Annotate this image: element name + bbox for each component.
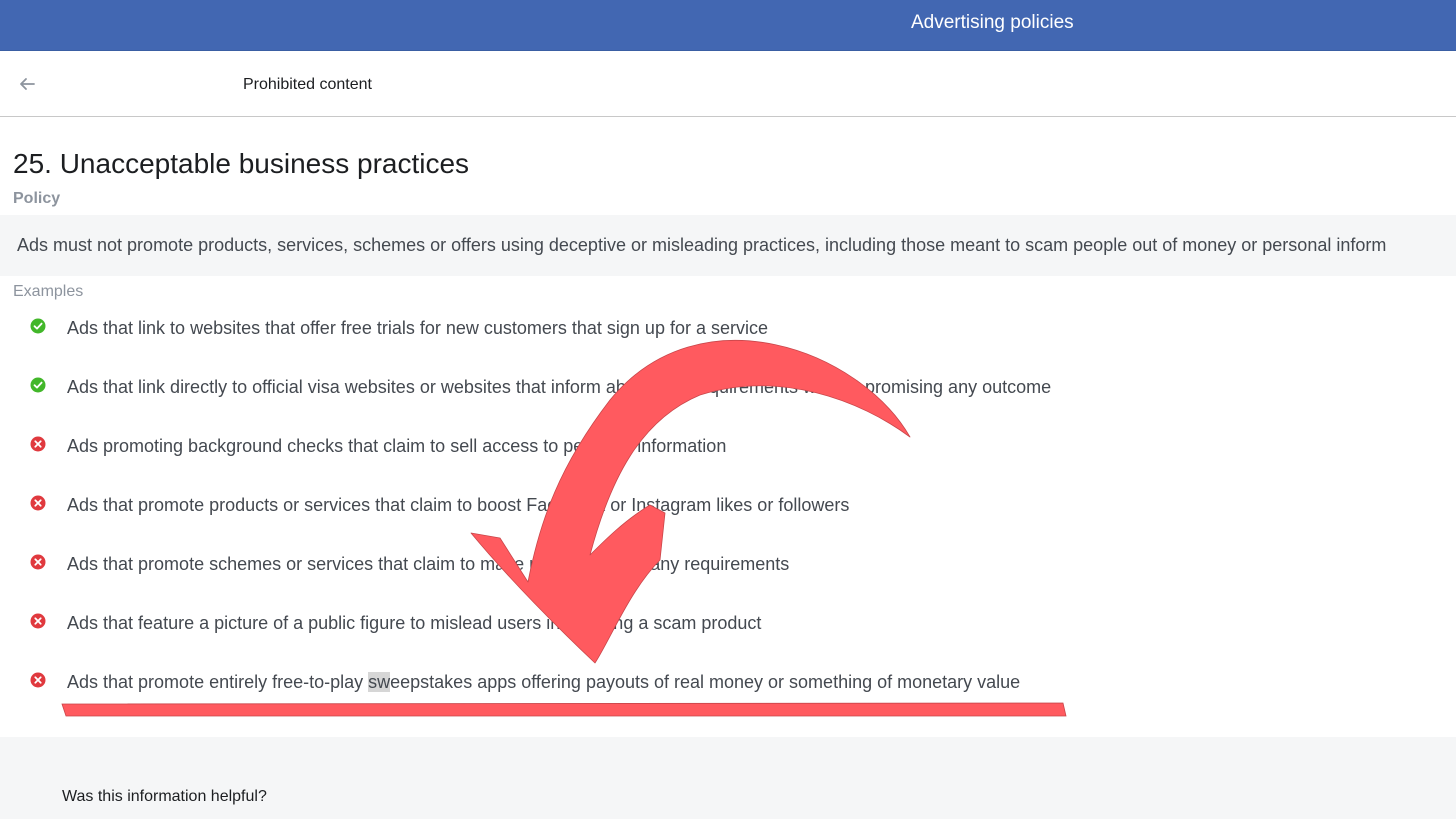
example-text: Ads that promote products or services th… bbox=[67, 495, 850, 515]
top-bar: Advertising policies bbox=[0, 0, 1456, 51]
example-text: Ads that promote entirely free-to-play s… bbox=[67, 672, 1020, 693]
feedback-question: Was this information helpful? bbox=[62, 788, 267, 805]
example-text: Ads that link to websites that offer fre… bbox=[67, 318, 768, 338]
x-circle-icon bbox=[30, 495, 46, 511]
site-title[interactable]: Advertising policies bbox=[911, 12, 1074, 34]
check-circle-icon bbox=[30, 377, 46, 393]
example-text: Ads that promote schemes or services tha… bbox=[67, 554, 790, 574]
policy-label: Policy bbox=[13, 190, 61, 207]
policy-text: Ads must not promote products, services,… bbox=[17, 235, 1387, 255]
page-title: 25. Unacceptable business practices bbox=[13, 148, 470, 179]
x-circle-icon bbox=[30, 436, 46, 452]
sub-navigation: Prohibited content bbox=[0, 51, 1456, 117]
x-circle-icon bbox=[30, 613, 46, 629]
section-title: Prohibited content bbox=[243, 76, 372, 93]
example-text: Ads promoting background checks that cla… bbox=[67, 436, 727, 456]
x-circle-icon bbox=[30, 672, 46, 688]
annotation-underline bbox=[61, 702, 1067, 717]
policy-box: Ads must not promote products, services,… bbox=[0, 215, 1456, 276]
example-text-end: eepstakes apps offering payouts of real … bbox=[390, 672, 1021, 692]
x-circle-icon bbox=[30, 554, 46, 570]
feedback-footer: Was this information helpful? bbox=[0, 737, 1456, 819]
example-text-start: Ads that promote entirely free-to-play bbox=[67, 672, 369, 692]
examples-label: Examples bbox=[13, 283, 84, 300]
text-selection-highlight: sw bbox=[368, 672, 391, 692]
example-text: Ads that feature a picture of a public f… bbox=[67, 613, 762, 633]
example-text: Ads that link directly to official visa … bbox=[67, 377, 1052, 397]
arrow-left-icon[interactable] bbox=[16, 73, 38, 95]
annotation-overlay bbox=[61, 339, 1067, 717]
check-circle-icon bbox=[30, 318, 46, 334]
